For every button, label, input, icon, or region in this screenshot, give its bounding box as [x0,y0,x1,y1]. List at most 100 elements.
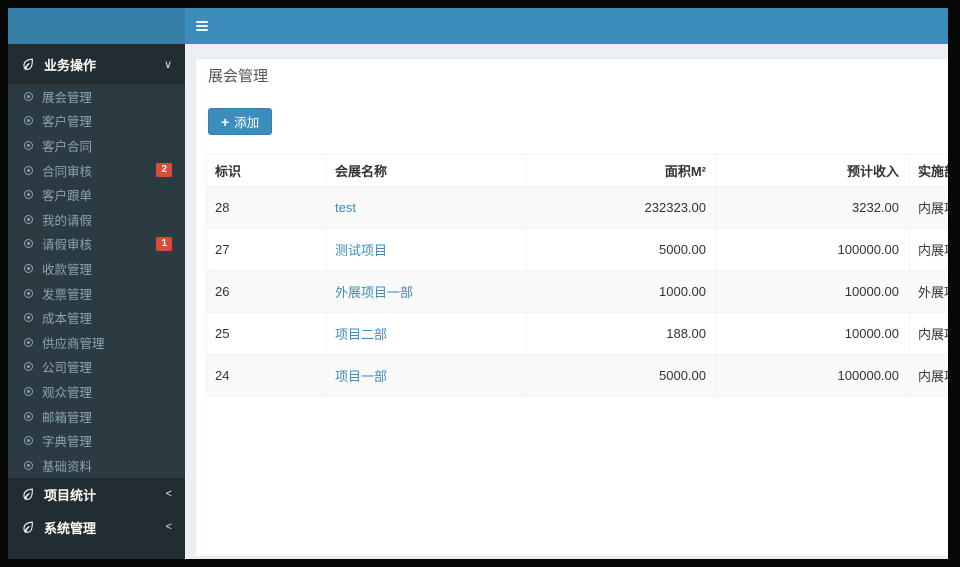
table-row: 24 项目一部 5000.00 100000.00 内展项目 [206,354,948,397]
app-window: 业务操作 ∨ 展会管理 客户管理 客户合同 合同审核 2 客户跟单 我的请假 请… [8,8,948,559]
sidebar-item-label: 基础资料 [42,459,93,474]
chevron-down-icon: ∨ [163,58,172,71]
exhibition-link[interactable]: 外展项目一部 [335,285,413,300]
circle-icon [24,386,33,396]
cell-dept: 外展项目 [909,270,948,313]
logo-area [8,8,185,44]
sidebar-item-label: 字典管理 [42,435,93,450]
column-header-id: 标识 [206,154,327,187]
sidebar-item-label: 合同审核 [42,164,93,179]
content-area: 展会管理 + 添加 标识 会展名称 面积M² 预计收入 实施部门 [185,44,948,559]
cell-area: 1000.00 [526,270,717,313]
table-body: 28 test 232323.00 3232.00 内展项目 27 测试项目 5… [206,186,948,397]
sidebar-item-label: 发票管理 [42,287,93,302]
sidebar-item-label: 客户跟单 [42,189,93,204]
navbar [185,8,948,44]
sidebar-item[interactable]: 客户跟单 [8,182,185,207]
page-title: 展会管理 [208,68,269,85]
cell-area: 5000.00 [526,354,717,397]
sidebar-item-label: 成本管理 [42,312,93,327]
sidebar-item[interactable]: 字典管理 [8,428,185,453]
cell-dept: 内展项目 [909,186,948,229]
add-button-label: 添加 [234,116,260,130]
circle-icon [24,436,33,446]
sidebar-item[interactable]: 成本管理 [8,305,185,330]
circle-icon [24,460,33,470]
cell-name: 项目二部 [326,312,527,355]
sidebar-submenu: 展会管理 客户管理 客户合同 合同审核 2 客户跟单 我的请假 请假审核 1 收… [8,84,185,478]
exhibition-link[interactable]: test [335,200,356,215]
sidebar-section-label: 系统管理 [44,520,97,536]
circle-icon [24,116,33,126]
sidebar-item-label: 供应商管理 [42,336,105,351]
exhibitions-table: 标识 会展名称 面积M² 预计收入 实施部门 28 test 232323.00… [206,154,948,397]
sidebar-section-business-ops[interactable]: 业务操作 ∨ [8,44,185,84]
cell-income: 10000.00 [716,270,910,313]
cell-income: 10000.00 [716,312,910,355]
sidebar-item-label: 展会管理 [42,90,93,105]
table-row: 27 测试项目 5000.00 100000.00 内展项目 [206,228,948,271]
sidebar-item[interactable]: 合同审核 2 [8,158,185,183]
cell-income: 3232.00 [716,186,910,229]
exhibition-link[interactable]: 项目二部 [335,327,387,342]
cell-name: 项目一部 [326,354,527,397]
sidebar-item[interactable]: 邮箱管理 [8,404,185,429]
sidebar-item[interactable]: 基础资料 [8,453,185,478]
notification-badge: 1 [156,236,172,251]
sidebar-section-project-stats[interactable]: 项目统计 < [8,478,185,511]
table-row: 25 项目二部 188.00 10000.00 内展项目 [206,312,948,355]
exhibition-link[interactable]: 项目一部 [335,369,387,384]
column-header-name: 会展名称 [326,154,527,187]
cell-dept: 内展项目 [909,312,948,355]
column-header-income: 预计收入 [716,154,910,187]
sidebar-item-label: 客户合同 [42,139,93,154]
exhibition-link[interactable]: 测试项目 [335,243,387,258]
sidebar-item[interactable]: 观众管理 [8,379,185,404]
circle-icon [24,91,33,101]
notification-badge: 2 [156,163,172,178]
sidebar-section-label: 项目统计 [44,487,97,503]
sidebar-section-label: 业务操作 [44,57,97,73]
cell-id: 28 [206,186,327,229]
sidebar-item-label: 公司管理 [42,361,93,376]
cell-dept: 内展项目 [909,228,948,271]
table-row: 28 test 232323.00 3232.00 内展项目 [206,186,948,229]
circle-icon [24,165,33,175]
cell-dept: 内展项目 [909,354,948,397]
sidebar-item-label: 观众管理 [42,385,93,400]
cell-name: 外展项目一部 [326,270,527,313]
content-panel: 展会管理 + 添加 标识 会展名称 面积M² 预计收入 实施部门 [195,58,948,557]
sidebar-item[interactable]: 供应商管理 [8,330,185,355]
leaf-icon [23,521,33,534]
sidebar-item[interactable]: 客户合同 [8,133,185,158]
sidebar-item[interactable]: 客户管理 [8,109,185,134]
sidebar-section-system-mgmt[interactable]: 系统管理 < [8,511,185,544]
sidebar-item-label: 邮箱管理 [42,410,93,425]
cell-area: 5000.00 [526,228,717,271]
sidebar: 业务操作 ∨ 展会管理 客户管理 客户合同 合同审核 2 客户跟单 我的请假 请… [8,44,185,559]
cell-id: 24 [206,354,327,397]
cell-area: 188.00 [526,312,717,355]
circle-icon [24,337,33,347]
sidebar-item[interactable]: 我的请假 [8,207,185,232]
add-button[interactable]: + 添加 [208,108,273,135]
column-header-area: 面积M² [526,154,717,187]
sidebar-item[interactable]: 展会管理 [8,84,185,109]
leaf-icon [23,488,33,501]
cell-id: 26 [206,270,327,313]
sidebar-item-label: 收款管理 [42,262,93,277]
hamburger-icon[interactable] [185,8,219,44]
plus-icon: + [221,113,230,130]
chevron-left-icon: < [165,488,172,500]
circle-icon [24,140,33,150]
circle-icon [24,313,33,323]
cell-income: 100000.00 [716,228,910,271]
chevron-left-icon: < [165,521,172,533]
sidebar-item[interactable]: 收款管理 [8,256,185,281]
sidebar-item[interactable]: 请假审核 1 [8,232,185,257]
circle-icon [24,362,33,372]
cell-id: 25 [206,312,327,355]
sidebar-item[interactable]: 公司管理 [8,355,185,380]
sidebar-item[interactable]: 发票管理 [8,281,185,306]
cell-name: 测试项目 [326,228,527,271]
